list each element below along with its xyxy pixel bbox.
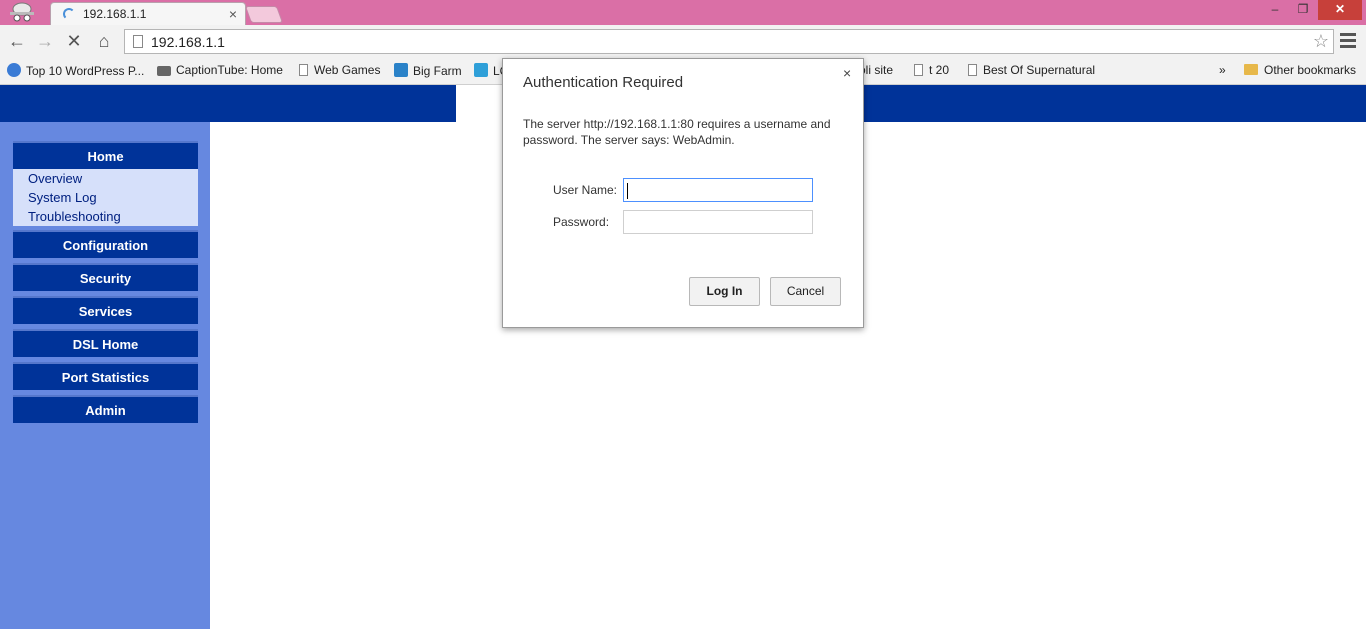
tab-close-icon[interactable]: × bbox=[229, 6, 237, 22]
tab-title: 192.168.1.1 bbox=[83, 7, 147, 21]
minimize-button[interactable]: – bbox=[1262, 0, 1288, 20]
bookmark-item[interactable]: Big Farm bbox=[394, 63, 462, 78]
dialog-message: The server http://192.168.1.1:80 require… bbox=[523, 117, 831, 147]
url-text[interactable]: 192.168.1.1 bbox=[151, 34, 225, 50]
cancel-button[interactable]: Cancel bbox=[770, 277, 841, 306]
loading-spinner-icon bbox=[63, 8, 75, 20]
dialog-title: Authentication Required bbox=[523, 74, 684, 91]
title-bar: 192.168.1.1 × – ❐ ✕ bbox=[0, 0, 1366, 26]
menu-security[interactable]: Security bbox=[13, 263, 198, 291]
back-arrow-icon[interactable]: ← bbox=[6, 30, 28, 52]
globe-icon bbox=[7, 63, 21, 77]
text-caret bbox=[627, 183, 628, 199]
keyboard-icon bbox=[157, 66, 171, 76]
bookmark-item[interactable]: oli site bbox=[859, 63, 893, 77]
dialog-close-icon[interactable]: × bbox=[843, 65, 851, 81]
lc-icon bbox=[474, 63, 488, 77]
page-icon bbox=[299, 64, 308, 76]
menu-admin[interactable]: Admin bbox=[13, 395, 198, 423]
bookmark-item[interactable]: t 20 bbox=[914, 63, 949, 77]
bookmarks-overflow-button[interactable]: » bbox=[1219, 63, 1226, 77]
page-icon bbox=[968, 64, 977, 76]
home-submenu: Overview System Log Troubleshooting bbox=[13, 169, 198, 226]
menu-dsl-home[interactable]: DSL Home bbox=[13, 329, 198, 357]
stop-icon[interactable]: ✕ bbox=[63, 30, 85, 52]
bigfarm-icon bbox=[394, 63, 408, 77]
bookmark-item[interactable]: Top 10 WordPress P... bbox=[7, 63, 144, 78]
menu-port-statistics[interactable]: Port Statistics bbox=[13, 362, 198, 390]
page-icon bbox=[914, 64, 923, 76]
menu-home[interactable]: Home bbox=[13, 141, 198, 169]
menu-services[interactable]: Services bbox=[13, 296, 198, 324]
password-label: Password: bbox=[553, 215, 610, 229]
close-window-button[interactable]: ✕ bbox=[1318, 0, 1362, 20]
maximize-button[interactable]: ❐ bbox=[1290, 0, 1316, 20]
bookmark-item[interactable]: Best Of Supernatural bbox=[968, 63, 1095, 77]
page-icon bbox=[133, 35, 143, 48]
tab-active[interactable]: 192.168.1.1 × bbox=[50, 2, 246, 26]
folder-icon bbox=[1244, 64, 1258, 75]
other-bookmarks[interactable]: Other bookmarks bbox=[1244, 63, 1356, 77]
forward-arrow-icon[interactable]: → bbox=[34, 30, 56, 52]
menu-configuration[interactable]: Configuration bbox=[13, 230, 198, 258]
bookmark-item[interactable]: CaptionTube: Home bbox=[157, 63, 283, 77]
bookmark-star-icon[interactable]: ☆ bbox=[1313, 31, 1329, 52]
address-bar[interactable]: 192.168.1.1 ☆ bbox=[124, 29, 1334, 54]
new-tab-button[interactable] bbox=[244, 6, 284, 23]
home-icon[interactable]: ⌂ bbox=[93, 30, 115, 52]
bookmark-item[interactable]: Web Games bbox=[299, 63, 380, 77]
submenu-overview[interactable]: Overview bbox=[28, 171, 82, 186]
chrome-menu-icon[interactable] bbox=[1340, 33, 1356, 49]
username-label: User Name: bbox=[553, 183, 618, 197]
login-button[interactable]: Log In bbox=[689, 277, 760, 306]
browser-toolbar: ← → ✕ ⌂ 192.168.1.1 ☆ bbox=[0, 25, 1366, 58]
username-field[interactable] bbox=[623, 178, 813, 202]
incognito-icon bbox=[10, 2, 34, 22]
auth-dialog: Authentication Required × The server htt… bbox=[502, 58, 864, 328]
submenu-troubleshooting[interactable]: Troubleshooting bbox=[28, 209, 121, 224]
submenu-system-log[interactable]: System Log bbox=[28, 190, 97, 205]
password-field[interactable] bbox=[623, 210, 813, 234]
